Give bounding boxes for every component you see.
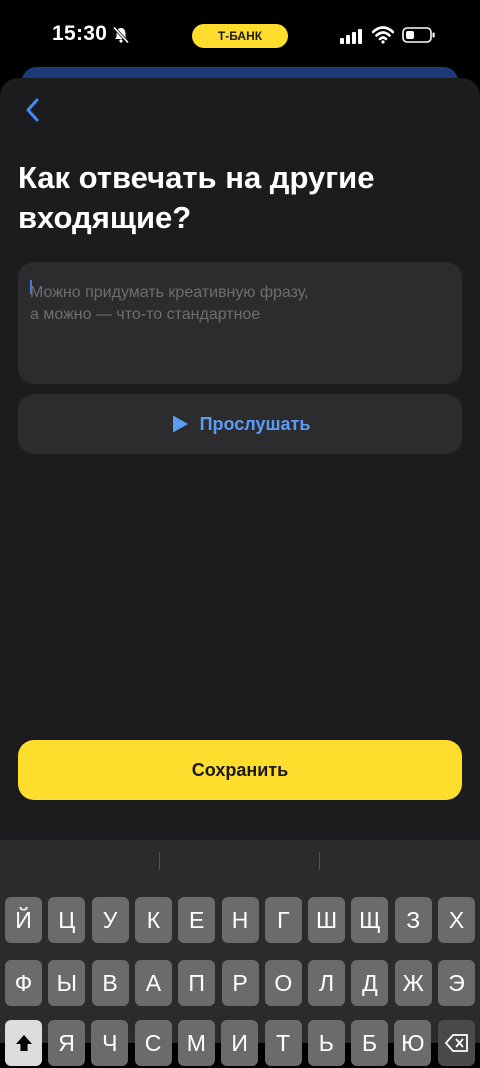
battery-icon — [402, 27, 435, 43]
key[interactable]: Щ — [351, 897, 389, 943]
key[interactable]: Л — [308, 960, 346, 1006]
key[interactable]: Ш — [308, 897, 346, 943]
key[interactable]: Ы — [48, 960, 86, 1006]
cellular-signal-icon — [340, 29, 362, 44]
key[interactable]: Б — [351, 1020, 389, 1066]
key[interactable]: С — [134, 1020, 172, 1066]
listen-label: Прослушать — [199, 413, 311, 434]
key[interactable]: Д — [351, 960, 389, 1006]
key[interactable]: П — [178, 960, 216, 1006]
wifi-icon — [372, 26, 394, 44]
key[interactable]: З — [394, 897, 432, 943]
status-time: 15:30 — [52, 22, 108, 45]
key[interactable]: В — [91, 960, 129, 1006]
key[interactable]: Ф — [5, 960, 42, 1006]
key[interactable]: Р — [221, 960, 259, 1006]
reply-text-field[interactable]: Можно придумать креативную фразу, а можн… — [18, 262, 462, 384]
key[interactable]: М — [177, 1020, 215, 1066]
backspace-icon[interactable] — [438, 1020, 475, 1066]
bank-pill-badge: Т-БАНК — [192, 24, 288, 48]
key[interactable]: Ч — [91, 1020, 129, 1066]
key[interactable]: Е — [178, 897, 216, 943]
suggestion-divider — [319, 852, 320, 870]
key[interactable]: Ю — [394, 1020, 432, 1066]
key[interactable]: Я — [48, 1020, 85, 1066]
back-chevron-icon[interactable] — [22, 96, 44, 124]
key[interactable]: Т — [264, 1020, 302, 1066]
key[interactable]: Г — [264, 897, 302, 943]
page-title: Как отвечать на другие входящие? — [18, 160, 375, 235]
suggestion-divider — [159, 852, 160, 870]
key[interactable]: Й — [5, 897, 42, 943]
key[interactable]: А — [134, 960, 172, 1006]
key[interactable]: Х — [438, 897, 475, 943]
save-button[interactable]: Сохранить — [18, 740, 462, 800]
key[interactable]: О — [264, 960, 302, 1006]
key[interactable]: К — [134, 897, 172, 943]
status-bar: 15:30 Т-БАНК — [0, 0, 480, 70]
key[interactable]: Ь — [307, 1020, 345, 1066]
key[interactable]: И — [221, 1020, 259, 1066]
key[interactable]: Н — [221, 897, 259, 943]
key[interactable]: У — [91, 897, 129, 943]
key[interactable]: Э — [438, 960, 475, 1006]
play-icon — [172, 415, 188, 433]
shift-icon[interactable] — [5, 1020, 42, 1066]
key[interactable]: Ц — [48, 897, 86, 943]
field-placeholder: Можно придумать креативную фразу, а можн… — [30, 284, 309, 323]
key[interactable]: Ж — [394, 960, 432, 1006]
listen-button[interactable]: Прослушать — [18, 394, 462, 454]
muted-bell-icon — [112, 26, 130, 44]
